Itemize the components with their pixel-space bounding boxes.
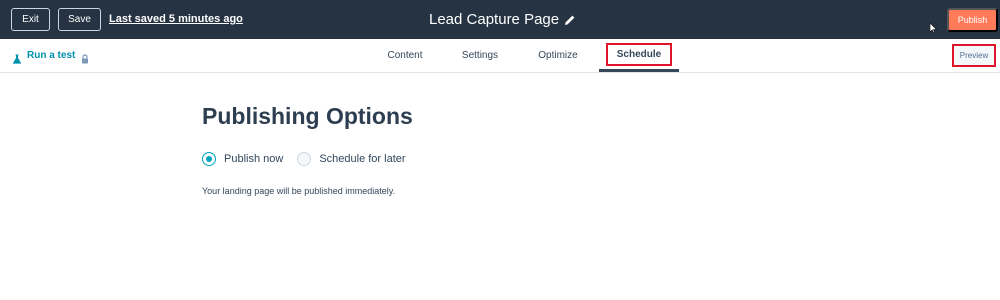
flask-icon	[12, 51, 22, 64]
tab-schedule[interactable]: Schedule	[599, 39, 679, 72]
editor-nav-bar: Run a test Content Settings Optimize Sch…	[0, 39, 1000, 73]
publish-now-option[interactable]: Publish now	[202, 152, 283, 166]
schedule-later-option[interactable]: Schedule for later	[297, 152, 406, 166]
tab-content[interactable]: Content	[380, 39, 430, 72]
tab-optimize[interactable]: Optimize	[530, 39, 586, 72]
publish-help-text: Your landing page will be published imme…	[202, 186, 396, 196]
schedule-later-label: Schedule for later	[319, 153, 406, 165]
publishing-options-radio-group: Publish now Schedule for later	[202, 152, 420, 166]
publish-now-label: Publish now	[224, 153, 284, 165]
schedule-later-radio[interactable]	[297, 152, 312, 166]
save-button[interactable]: Save	[58, 8, 101, 31]
mouse-cursor-icon	[929, 20, 938, 34]
lock-icon	[80, 51, 90, 63]
last-saved-link[interactable]: Last saved 5 minutes ago	[109, 13, 243, 25]
preview-button[interactable]: Preview	[952, 44, 996, 67]
publish-now-radio[interactable]	[202, 152, 216, 166]
run-test-button[interactable]: Run a test	[12, 50, 90, 64]
pencil-icon[interactable]	[564, 13, 576, 25]
publish-button[interactable]: Publish	[947, 8, 998, 32]
run-test-label: Run a test	[27, 50, 76, 61]
exit-button[interactable]: Exit	[11, 8, 50, 31]
page-title: Lead Capture Page	[429, 11, 560, 28]
tab-settings[interactable]: Settings	[455, 39, 505, 72]
top-bar: Exit Save Last saved 5 minutes ago Lead …	[0, 0, 1000, 39]
tab-schedule-label: Schedule	[605, 42, 673, 66]
page-heading: Publishing Options	[202, 103, 413, 129]
